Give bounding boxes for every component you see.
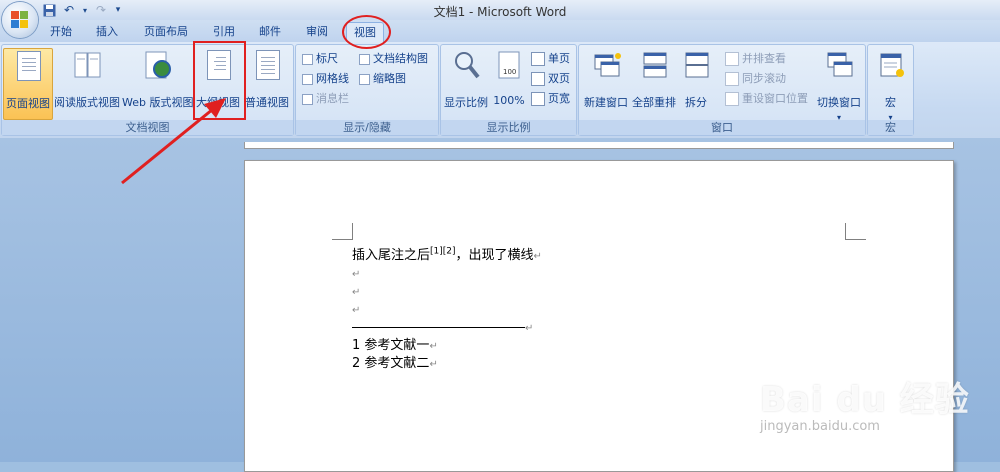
- quick-access-toolbar: ↶ ▾ ↷ ▾: [42, 2, 122, 18]
- checkbox-icon: [302, 93, 313, 105]
- two-pages-button[interactable]: 双页: [531, 71, 570, 87]
- switch-windows-icon: [825, 50, 853, 80]
- split-button[interactable]: 拆分: [679, 48, 713, 118]
- tab-mailings[interactable]: 邮件: [253, 22, 287, 42]
- baidu-watermark: Bai du 经验 jingyan.baidu.com: [760, 372, 970, 434]
- one-page-icon: [531, 52, 545, 66]
- magnifier-icon: [452, 50, 480, 80]
- endnote-separator: ↵: [352, 319, 542, 337]
- checkbox-icon: [359, 53, 370, 65]
- checkbox-icon: [302, 53, 313, 65]
- empty-paragraph: ↵: [352, 305, 361, 316]
- ribbon-tabs: 开始 插入 页面布局 引用 邮件 审阅 视图: [0, 20, 1000, 43]
- separator-line: [352, 327, 525, 328]
- group-document-views: 页面视图 阅读版式视图 Web 版式视图 大纲视图 普通视图 文档视图: [1, 44, 294, 136]
- watermark-brand: Bai du 经验: [760, 380, 970, 420]
- group-label: 窗口: [579, 120, 865, 135]
- svg-text:100: 100: [503, 68, 516, 76]
- endnote-item: 1 参考文献一↵: [352, 338, 438, 353]
- draft-view-button[interactable]: 普通视图: [244, 48, 290, 118]
- one-page-button[interactable]: 单页: [531, 51, 570, 67]
- print-layout-button[interactable]: 页面视图: [3, 48, 53, 120]
- window-title: 文档1 - Microsoft Word: [433, 5, 567, 19]
- group-macros: 宏 ▾ 宏: [867, 44, 914, 136]
- reset-window-icon: [725, 92, 739, 106]
- office-logo-icon: [11, 11, 29, 29]
- empty-paragraph: ↵: [352, 269, 361, 280]
- gridlines-checkbox[interactable]: 网格线: [302, 71, 349, 87]
- full-screen-reading-icon: [73, 50, 101, 80]
- paragraph: 插入尾注之后[1][2]，出现了横线↵: [352, 246, 542, 263]
- save-icon[interactable]: [42, 3, 56, 17]
- zoom-100-icon: 100: [495, 50, 523, 80]
- new-window-button[interactable]: 新建窗口: [583, 48, 629, 118]
- tab-insert[interactable]: 插入: [90, 22, 124, 42]
- office-button[interactable]: [2, 2, 38, 38]
- macros-button[interactable]: 宏 ▾: [872, 48, 909, 122]
- previous-page-bottom: [244, 142, 954, 149]
- undo-icon[interactable]: ↶: [62, 3, 76, 17]
- print-layout-icon: [14, 51, 42, 81]
- tab-review[interactable]: 审阅: [300, 22, 334, 42]
- endnote-reference: [1][2]: [430, 246, 456, 257]
- group-label: 显示/隐藏: [296, 120, 438, 135]
- side-by-side-icon: [725, 52, 739, 66]
- zoom-button[interactable]: 显示比例: [444, 48, 488, 118]
- full-screen-reading-button[interactable]: 阅读版式视图: [54, 48, 120, 118]
- checkbox-icon: [302, 73, 313, 85]
- page-width-icon: [531, 92, 545, 106]
- margin-corner-mark: [332, 223, 353, 240]
- undo-dropdown-icon[interactable]: ▾: [82, 3, 88, 17]
- switch-windows-button[interactable]: 切换窗口 ▾: [815, 48, 863, 122]
- checkbox-icon: [359, 73, 370, 85]
- outline-view-annotation-box: [193, 41, 246, 120]
- title-bar: 文档1 - Microsoft Word: [0, 0, 1000, 20]
- macros-icon: [877, 50, 905, 80]
- tab-home[interactable]: 开始: [44, 22, 78, 42]
- group-label: 文档视图: [2, 120, 293, 135]
- ruler-checkbox[interactable]: 标尺: [302, 51, 338, 67]
- arrange-all-button[interactable]: 全部重排: [631, 48, 677, 118]
- margin-corner-mark: [845, 223, 866, 240]
- view-tab-annotation-circle: [342, 15, 391, 49]
- qat-more-icon[interactable]: ▾: [114, 3, 122, 17]
- zoom-100-button[interactable]: 100 100%: [491, 48, 527, 118]
- web-layout-icon: [143, 50, 171, 80]
- group-zoom: 显示比例 100 100% 单页 双页 页宽 显示比例: [440, 44, 577, 136]
- synchronous-scrolling-button[interactable]: 同步滚动: [725, 71, 786, 87]
- reset-window-position-button[interactable]: 重设窗口位置: [725, 91, 808, 107]
- ribbon: 页面视图 阅读版式视图 Web 版式视图 大纲视图 普通视图 文档视图 标尺 网…: [0, 42, 1000, 139]
- new-window-icon: [592, 50, 621, 80]
- view-side-by-side-button[interactable]: 并排查看: [725, 51, 786, 67]
- group-label: 显示比例: [441, 120, 576, 135]
- thumbnails-checkbox[interactable]: 缩略图: [359, 71, 406, 87]
- message-bar-checkbox[interactable]: 消息栏: [302, 91, 349, 107]
- group-label: 宏: [868, 120, 913, 135]
- arrange-all-icon: [640, 50, 668, 80]
- document-body[interactable]: 插入尾注之后[1][2]，出现了横线↵ ↵ ↵ ↵ ↵ 1 参考文献一↵ 2 参…: [352, 247, 542, 373]
- tab-references[interactable]: 引用: [207, 22, 241, 42]
- redo-icon[interactable]: ↷: [94, 3, 108, 17]
- watermark-url: jingyan.baidu.com: [760, 419, 880, 434]
- group-window: 新建窗口 全部重排 拆分 并排查看 同步滚动 重设窗口位置 切换窗口 ▾ 窗口: [578, 44, 866, 136]
- paragraph-mark: ↵: [533, 251, 542, 262]
- page-width-button[interactable]: 页宽: [531, 91, 570, 107]
- sync-scroll-icon: [725, 72, 739, 86]
- web-layout-button[interactable]: Web 版式视图: [122, 48, 193, 118]
- empty-paragraph: ↵: [352, 287, 361, 298]
- endnote-item: 2 参考文献二↵: [352, 356, 438, 371]
- group-show-hide: 标尺 网格线 消息栏 文档结构图 缩略图 显示/隐藏: [295, 44, 439, 136]
- draft-view-icon: [253, 50, 281, 80]
- two-pages-icon: [531, 72, 545, 86]
- tab-page-layout[interactable]: 页面布局: [138, 22, 194, 42]
- split-icon: [682, 50, 710, 80]
- document-map-checkbox[interactable]: 文档结构图: [359, 51, 428, 67]
